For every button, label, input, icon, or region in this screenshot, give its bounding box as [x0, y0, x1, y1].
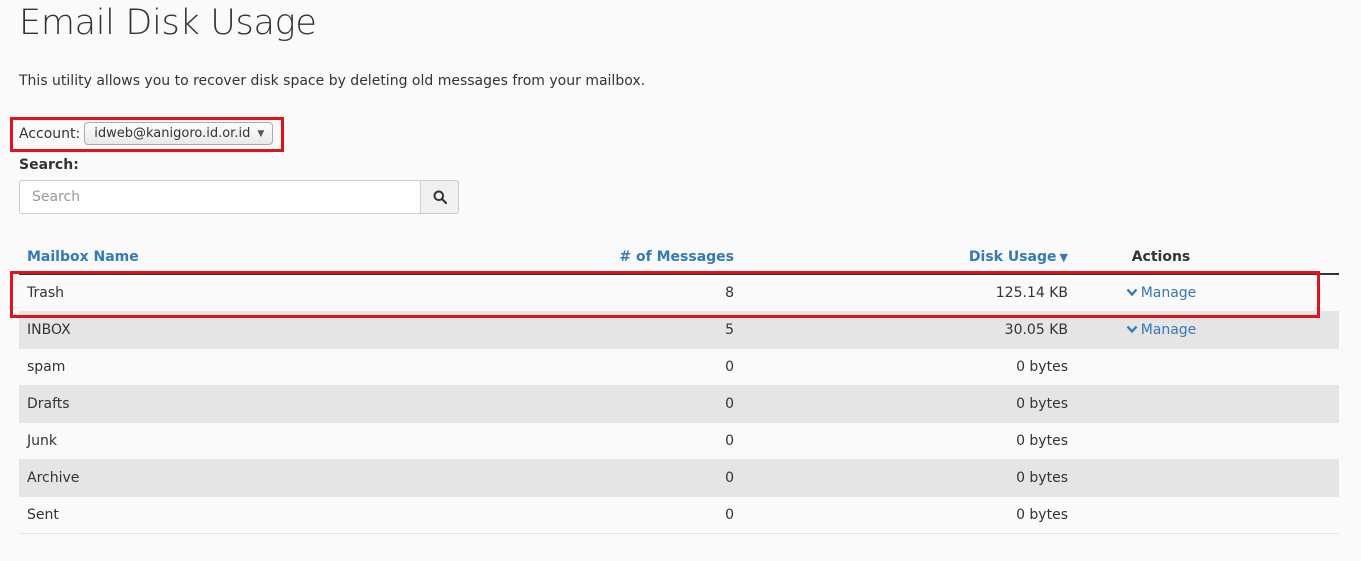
message-count: 5 [725, 322, 734, 338]
search-label: Search: [19, 157, 79, 173]
disk-usage: 125.14 KB [995, 285, 1068, 301]
mailbox-name: Junk [27, 433, 57, 449]
manage-link[interactable]: Manage [1126, 284, 1197, 301]
account-select[interactable]: idweb@kanigoro.id.or.id ▼ [84, 122, 274, 145]
manage-link[interactable]: Manage [1126, 321, 1197, 338]
search-icon [433, 190, 447, 204]
mailbox-name: Archive [27, 470, 80, 486]
message-count: 0 [725, 396, 734, 412]
table-row: Trash 8 125.14 KB Manage [19, 275, 1339, 312]
account-label: Account: [19, 125, 81, 142]
table-row: spam 0 0 bytes [19, 349, 1339, 386]
table-row: Junk 0 0 bytes [19, 423, 1339, 460]
account-row: Account: idweb@kanigoro.id.or.id ▼ [19, 122, 274, 145]
header-disk-usage[interactable]: Disk Usage ▼ [734, 249, 1068, 265]
manage-label: Manage [1140, 321, 1197, 338]
table-row: Sent 0 0 bytes [19, 497, 1339, 534]
table-row: Drafts 0 0 bytes [19, 386, 1339, 423]
table-row: Archive 0 0 bytes [19, 460, 1339, 497]
table-header: Mailbox Name # of Messages Disk Usage ▼ A… [19, 240, 1339, 275]
table-row: INBOX 5 30.05 KB Manage [19, 312, 1339, 349]
chevron-down-icon [1126, 325, 1138, 334]
disk-usage: 0 bytes [1016, 433, 1068, 449]
disk-usage: 0 bytes [1016, 359, 1068, 375]
account-selected-value: idweb@kanigoro.id.or.id [94, 126, 251, 141]
disk-usage: 0 bytes [1016, 507, 1068, 523]
disk-usage: 0 bytes [1016, 470, 1068, 486]
intro-text: This utility allows you to recover disk … [19, 73, 646, 89]
page-title: Email Disk Usage [19, 3, 317, 43]
search-group [19, 180, 459, 214]
header-disk-usage-label: Disk Usage [968, 248, 1057, 265]
header-messages[interactable]: # of Messages [439, 249, 734, 265]
caret-down-icon: ▼ [257, 128, 265, 139]
manage-label: Manage [1140, 284, 1197, 301]
message-count: 0 [725, 470, 734, 486]
disk-usage: 0 bytes [1016, 396, 1068, 412]
actions-cell: Manage [1068, 322, 1339, 339]
mailbox-name: Sent [27, 507, 59, 523]
actions-cell: Manage [1068, 285, 1339, 302]
search-button[interactable] [420, 180, 459, 214]
message-count: 0 [725, 507, 734, 523]
disk-usage: 30.05 KB [1004, 322, 1068, 338]
message-count: 0 [725, 433, 734, 449]
header-mailbox-name[interactable]: Mailbox Name [19, 249, 439, 265]
mailbox-name: spam [27, 359, 66, 375]
mailbox-name: Drafts [27, 396, 70, 412]
message-count: 0 [725, 359, 734, 375]
sort-desc-icon: ▼ [1059, 250, 1068, 264]
message-count: 8 [725, 285, 734, 301]
chevron-down-icon [1126, 288, 1138, 297]
mailbox-name: INBOX [27, 322, 71, 338]
search-input[interactable] [19, 180, 420, 214]
mailbox-table: Mailbox Name # of Messages Disk Usage ▼ A… [19, 240, 1339, 534]
header-actions: Actions [1131, 248, 1191, 265]
mailbox-name: Trash [27, 285, 64, 301]
